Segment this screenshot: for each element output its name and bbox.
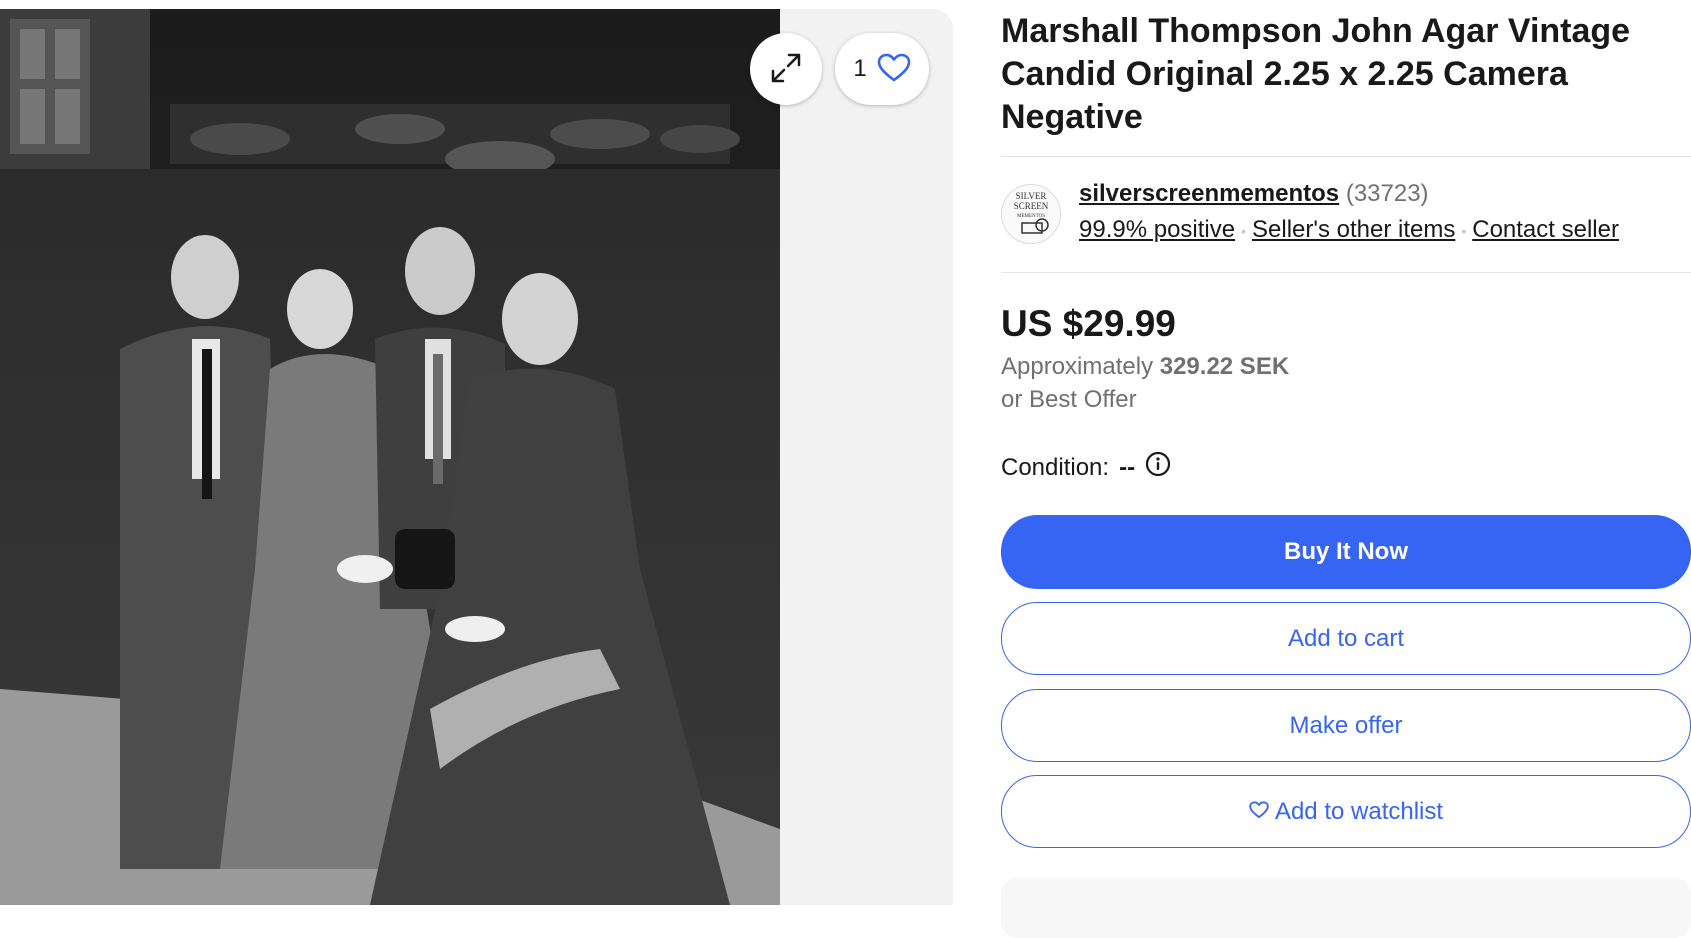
info-card <box>1001 878 1691 938</box>
make-offer-button[interactable]: Make offer <box>1001 689 1691 762</box>
add-to-cart-button[interactable]: Add to cart <box>1001 602 1691 675</box>
converted-price: Approximately 329.22 SEK <box>1001 353 1289 381</box>
condition-row: Condition: -- <box>1001 451 1171 484</box>
buy-it-now-label: Buy It Now <box>1284 538 1408 565</box>
condition-value: -- <box>1119 453 1136 481</box>
best-offer-text: or Best Offer <box>1001 386 1137 413</box>
expand-arrows-icon <box>769 51 803 88</box>
separator-dot: • <box>1461 222 1467 239</box>
svg-text:SILVER: SILVER <box>1016 191 1047 201</box>
approx-value: 329.22 SEK <box>1159 353 1290 380</box>
listing-photo[interactable] <box>0 9 780 905</box>
heart-outline-icon <box>877 53 911 86</box>
price: US $29.99 <box>1001 303 1176 344</box>
watch-count: 1 <box>853 55 867 82</box>
sellers-other-items-link[interactable]: Seller's other items <box>1252 216 1455 243</box>
seller-info: silverscreenmementos (33723) <box>1079 180 1429 208</box>
item-title: Marshall Thompson John Agar Vintage Cand… <box>1001 12 1631 136</box>
divider <box>1001 156 1691 157</box>
make-offer-label: Make offer <box>1289 711 1403 739</box>
watch-count-button[interactable]: 1 <box>835 33 929 105</box>
feedback-count: (33723) <box>1345 180 1429 207</box>
heart-outline-icon <box>1249 798 1269 826</box>
add-to-watchlist-button[interactable]: Add to watchlist <box>1001 775 1691 848</box>
divider <box>1001 272 1691 273</box>
svg-text:SCREEN: SCREEN <box>1014 201 1049 211</box>
add-to-watchlist-label: Add to watchlist <box>1274 797 1444 825</box>
seller-links: 99.9% positive • Seller's other items • Cont… <box>1079 216 1619 244</box>
approx-label: Approximately <box>1001 353 1154 380</box>
expand-image-button[interactable] <box>750 33 822 105</box>
separator-dot: • <box>1241 222 1246 239</box>
seller-avatar[interactable]: SILVER SCREEN MEMENTOS <box>1001 184 1061 244</box>
positive-feedback-link[interactable]: 99.9% positive <box>1079 216 1235 243</box>
condition-label: Condition: <box>1001 453 1110 481</box>
info-circle-icon[interactable] <box>1145 451 1171 484</box>
buy-it-now-button[interactable]: Buy It Now <box>1001 515 1691 589</box>
add-to-cart-label: Add to cart <box>1287 624 1405 652</box>
svg-text:MEMENTOS: MEMENTOS <box>1017 214 1045 219</box>
contact-seller-link[interactable]: Contact seller <box>1472 216 1619 243</box>
seller-name-link[interactable]: silverscreenmementos <box>1079 180 1339 207</box>
